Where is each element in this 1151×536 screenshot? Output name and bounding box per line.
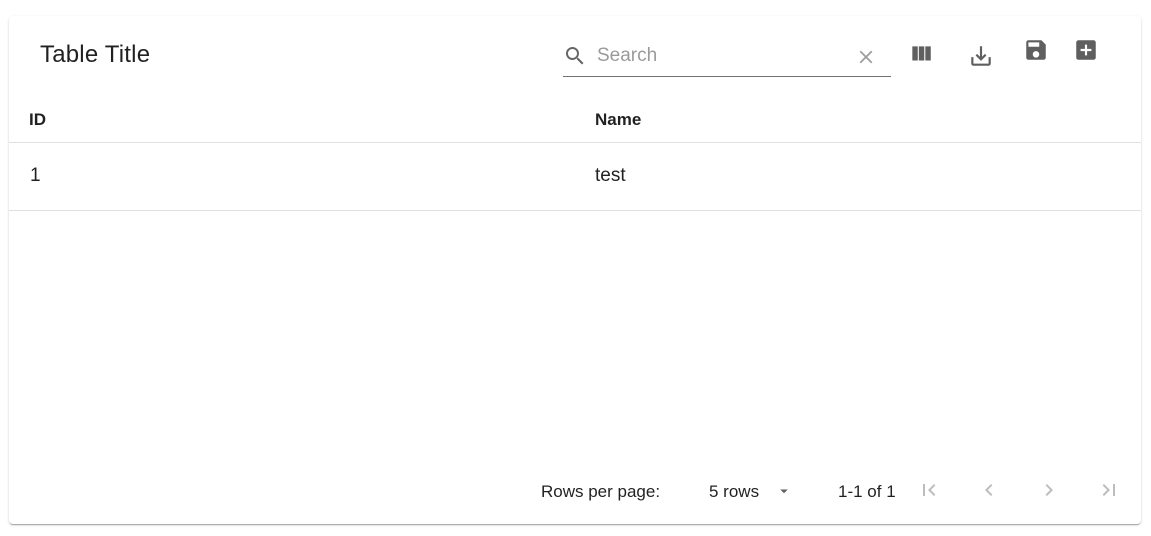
table-title: Table Title <box>40 41 151 68</box>
pagination-bar: Rows per page: 5 rows 1-1 of 1 <box>9 468 1141 518</box>
previous-page-button[interactable] <box>975 478 1003 506</box>
add-box-icon <box>1073 37 1099 68</box>
last-page-button[interactable] <box>1095 478 1123 506</box>
save-button[interactable] <box>1018 34 1054 70</box>
next-page-icon <box>1037 478 1061 507</box>
search-input[interactable] <box>597 42 837 70</box>
search-field[interactable] <box>563 38 891 77</box>
clear-icon[interactable] <box>855 46 877 68</box>
rows-per-page-label: Rows per page: <box>541 482 661 501</box>
last-page-icon <box>1097 478 1121 507</box>
add-button[interactable] <box>1068 34 1104 70</box>
page-range: 1-1 of 1 <box>838 482 896 501</box>
view-column-icon <box>908 41 934 72</box>
previous-page-icon <box>977 478 1001 507</box>
save-icon <box>1023 37 1049 68</box>
column-header-id[interactable]: ID <box>29 110 46 130</box>
column-header-name[interactable]: Name <box>595 110 641 130</box>
first-page-button[interactable] <box>915 478 943 506</box>
download-icon <box>968 43 994 74</box>
cell-name: test <box>595 165 626 186</box>
view-columns-button[interactable] <box>903 38 939 74</box>
rows-per-page-select[interactable]: 5 rows <box>709 482 759 502</box>
table-toolbar: Table Title <box>9 16 1141 96</box>
table-card: Table Title Search ID Name 1 test Rows p… <box>9 16 1141 524</box>
dropdown-arrow-icon[interactable] <box>775 482 793 500</box>
download-button[interactable] <box>963 40 999 76</box>
next-page-button[interactable] <box>1035 478 1063 506</box>
table-header-row: ID Name <box>9 96 1141 143</box>
first-page-icon <box>917 478 941 507</box>
table-row[interactable]: 1 test <box>9 143 1141 211</box>
cell-id: 1 <box>30 165 41 186</box>
search-icon <box>563 44 587 68</box>
